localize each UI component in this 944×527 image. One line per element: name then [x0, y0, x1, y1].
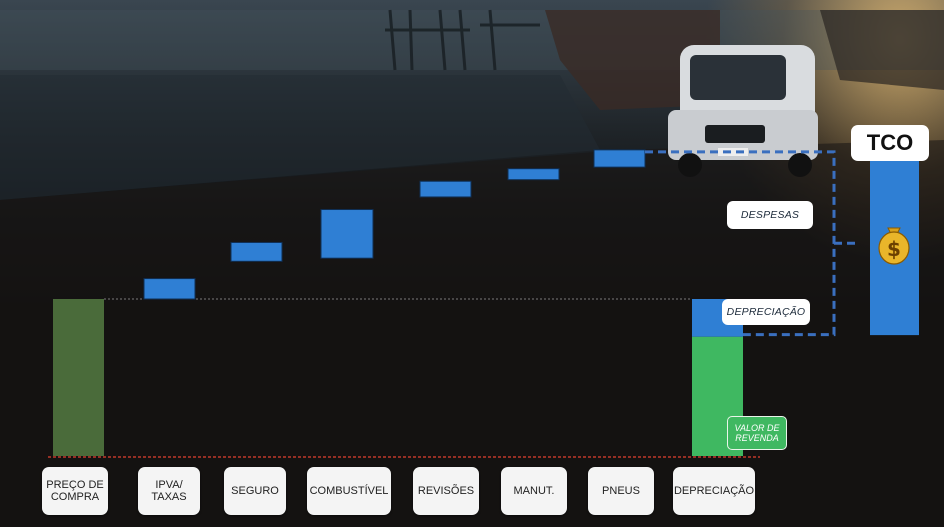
- category-pneus: PNEUS: [588, 467, 654, 515]
- bar-revisoes: [419, 180, 472, 198]
- bar-ipva-taxas: [143, 278, 196, 300]
- category-manut: MANUT.: [501, 467, 567, 515]
- category-seguro: SEGURO: [224, 467, 286, 515]
- category-preco-de-compra: PREÇO DE COMPRA: [42, 467, 108, 515]
- slide: $ PREÇO DE COMPRA IPVA/ TAXAS SEGURO COM…: [0, 0, 944, 527]
- bar-preco-de-compra: [53, 299, 104, 456]
- category-depreciacao: DEPRECIAÇÃO: [673, 467, 755, 515]
- category-revisoes: REVISÕES: [413, 467, 479, 515]
- bar-pneus: [593, 149, 646, 168]
- bar-manut: [507, 168, 560, 181]
- category-ipva-taxas: IPVA/ TAXAS: [138, 467, 200, 515]
- label-valor-de-revenda: VALOR DE REVENDA: [727, 416, 787, 450]
- tco-title: TCO: [851, 125, 929, 161]
- bar-combustivel: [320, 209, 374, 259]
- waterfall-chart: $: [48, 149, 919, 458]
- category-combustivel: COMBUSTÍVEL: [307, 467, 391, 515]
- dollar-sign-icon: $: [887, 237, 901, 261]
- label-depreciacao: DEPRECIAÇÃO: [722, 299, 810, 325]
- bar-seguro: [230, 241, 283, 262]
- label-despesas: DESPESAS: [727, 201, 813, 229]
